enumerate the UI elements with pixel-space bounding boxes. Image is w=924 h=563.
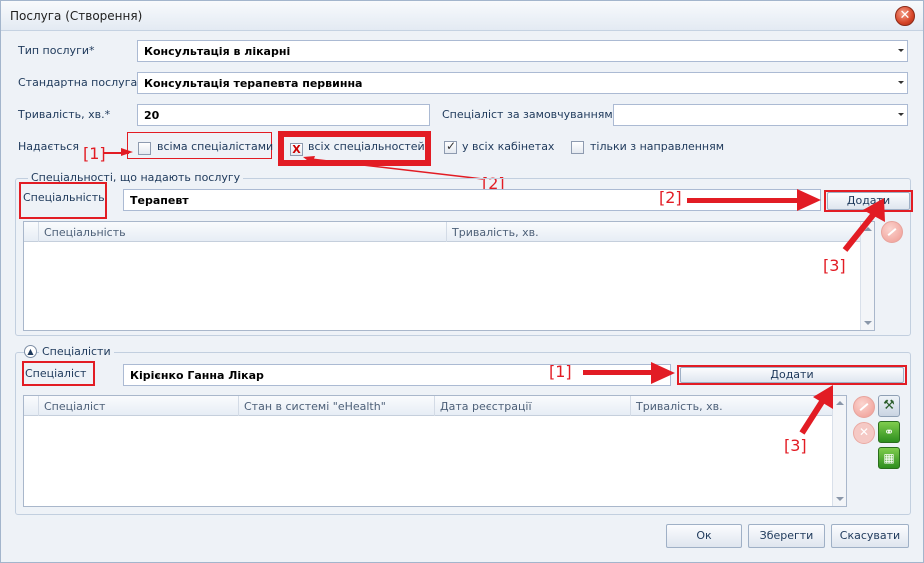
column-header[interactable]: Спеціальність [38,222,446,242]
all-specialties-label: всіх спеціальностей [308,140,425,153]
standard-service-label: Стандартна послуга [18,76,138,89]
duration-label: Тривалість, хв.* [18,108,111,121]
annotation-3-specialty: [3] [823,256,846,275]
standard-service-combo[interactable]: Консультація терапевта первинна [137,72,908,94]
default-specialist-combo[interactable] [613,104,908,126]
specialties-grid: Спеціальність Тривалість, хв. [23,221,875,331]
specialists-grid: Спеціаліст Стан в системі "eHealth" Дата… [23,395,847,507]
arrow-head-icon [651,362,675,384]
arrow-head-icon [121,148,133,156]
column-header[interactable]: Спеціаліст [38,396,238,416]
annotation-arrow-3 [842,198,885,252]
default-specialist-label: Спеціаліст за замовчуванням [442,108,613,121]
annotation-arrow [687,198,805,203]
all-specialists-label: всіма спеціалістами [157,140,274,153]
annotation-1-specialist: [1] [549,362,572,381]
annotation-3-specialist: [3] [784,436,807,455]
service-type-value: Консультація в лікарні [144,45,291,58]
duration-input[interactable]: 20 [137,104,430,126]
service-dialog: Послуга (Створення) ✕ Тип послуги* Консу… [0,0,924,563]
remove-specialist-icon[interactable] [853,396,875,418]
specialist-label: Спеціаліст [25,367,87,380]
provided-label: Надається [18,140,79,153]
referral-only-label: тільки з направленням [590,140,725,153]
chevron-down-icon[interactable] [898,113,904,116]
column-header[interactable]: Дата реєстрації [434,396,630,416]
specialties-grid-header: Спеціальність Тривалість, хв. [24,222,860,242]
arrow-head-icon [797,189,821,211]
specialist-input[interactable]: Кірієнко Ганна Лікар [123,364,671,386]
chevron-down-icon[interactable] [898,49,904,52]
delete-specialist-icon[interactable]: ✕ [853,422,875,444]
link-icon[interactable]: ⚭ [878,421,900,443]
service-type-label: Тип послуги* [18,44,95,57]
annotation-1-checkbox: [1] [83,144,106,163]
all-cabinets-label: у всіх кабінетах [462,140,555,153]
collapse-icon[interactable]: ▲ [24,345,37,358]
column-header[interactable]: Тривалість, хв. [446,222,866,242]
all-specialists-checkbox[interactable] [138,142,151,155]
annotation-arrow [583,370,658,375]
close-icon[interactable]: ✕ [895,6,915,26]
specialists-group-title: Спеціалісти [39,345,114,358]
edit-tools-icon[interactable]: ⚒ [878,395,900,417]
column-header[interactable]: Стан в системі "eHealth" [238,396,434,416]
standard-service-value: Консультація терапевта первинна [144,77,363,90]
referral-only-checkbox[interactable] [571,141,584,154]
service-type-combo[interactable]: Консультація в лікарні [137,40,908,62]
annotation-arrow-3b [799,385,833,435]
annotation-2-specialty: [2] [659,188,682,207]
grid-export-icon[interactable]: ▦ [878,447,900,469]
add-specialist-button[interactable]: Додати [680,367,904,383]
ok-button[interactable]: Ок [666,524,742,548]
window-title: Послуга (Створення) [10,9,143,23]
title-bar: Послуга (Створення) ✕ [1,1,923,31]
specialty-label: Спеціальність [23,191,105,204]
specialists-grid-header: Спеціаліст Стан в системі "eHealth" Дата… [24,396,832,416]
save-button[interactable]: Зберегти [748,524,825,548]
chevron-down-icon[interactable] [898,81,904,84]
cancel-button[interactable]: Скасувати [831,524,909,548]
